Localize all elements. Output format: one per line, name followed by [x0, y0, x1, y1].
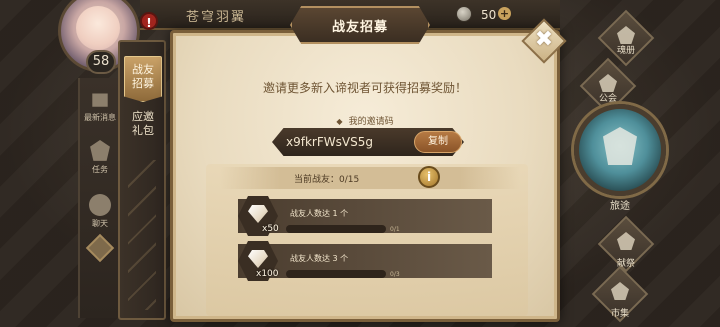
tab-recruit[interactable]: 战友 招募 [124, 56, 162, 102]
avatar-portrait [76, 6, 120, 50]
close-icon[interactable]: ✖ [528, 23, 560, 55]
invite-code: x9fkrFWsVS5g [286, 135, 373, 149]
modal-title: 战友招募 [331, 20, 388, 35]
menu-label: 公会 [598, 94, 617, 104]
menu-soul-book[interactable]: 魂册 [596, 9, 656, 67]
add-currency-button[interactable]: + [498, 7, 511, 20]
invite-message: 邀请更多新入谛视者可获得招募奖励！ [262, 81, 467, 95]
player-level-badge: 58 [86, 50, 116, 74]
reward-quantity: x100 [256, 269, 279, 279]
news-icon [92, 93, 108, 107]
menu-market[interactable]: 市集 [590, 265, 650, 323]
menu-sacrifice[interactable]: 献祭 [596, 215, 656, 273]
alert-badge[interactable]: ! [140, 12, 158, 30]
sidebar-item-label: 最新消息 [84, 113, 116, 122]
invite-code-label: 我的邀请码 [170, 114, 560, 127]
currency-amount: 50 [481, 8, 497, 22]
reward-title: 战友人数达 1 个 [290, 209, 349, 218]
info-icon[interactable]: i [418, 166, 440, 188]
coin-icon [456, 6, 472, 22]
current-friends-banner [220, 167, 520, 189]
reward-progress-text: 0/1 [390, 226, 400, 233]
journey-button[interactable]: 旅途 [574, 104, 666, 212]
current-friends-count: 当前战友：0/15 [294, 175, 360, 185]
modal-tabs: 战友 招募 应邀 礼包 [118, 40, 166, 320]
menu-label: 献祭 [616, 259, 635, 269]
reward-progress-bar [286, 225, 386, 233]
copy-button[interactable]: 复制 [414, 131, 462, 153]
reward-progress-bar [286, 270, 386, 278]
menu-label: 旅途 [610, 201, 630, 212]
journey-icon [603, 127, 637, 165]
sidebar-item-label: 聊天 [92, 219, 108, 228]
reward-quantity: x50 [262, 224, 279, 234]
menu-label: 市集 [610, 309, 629, 319]
reward-progress-text: 0/3 [390, 271, 400, 278]
sidebar-item-label: 任务 [92, 165, 108, 174]
menu-guild[interactable]: 公会 [578, 57, 638, 115]
menu-label: 魂册 [616, 46, 635, 56]
sidebar-item-tasks[interactable]: 任务 [82, 140, 118, 175]
reward-title: 战友人数达 3 个 [290, 254, 349, 263]
sidebar-item-chat[interactable]: 聊天 [82, 194, 118, 229]
tab-invite-gift[interactable]: 应邀 礼包 [124, 110, 162, 138]
sidebar-item-news[interactable]: 最新消息 [82, 88, 118, 123]
chat-icon [89, 194, 111, 216]
tab-decoration [128, 160, 156, 310]
task-icon [90, 140, 110, 161]
game-title: 苍穹羽翼 [186, 10, 247, 25]
